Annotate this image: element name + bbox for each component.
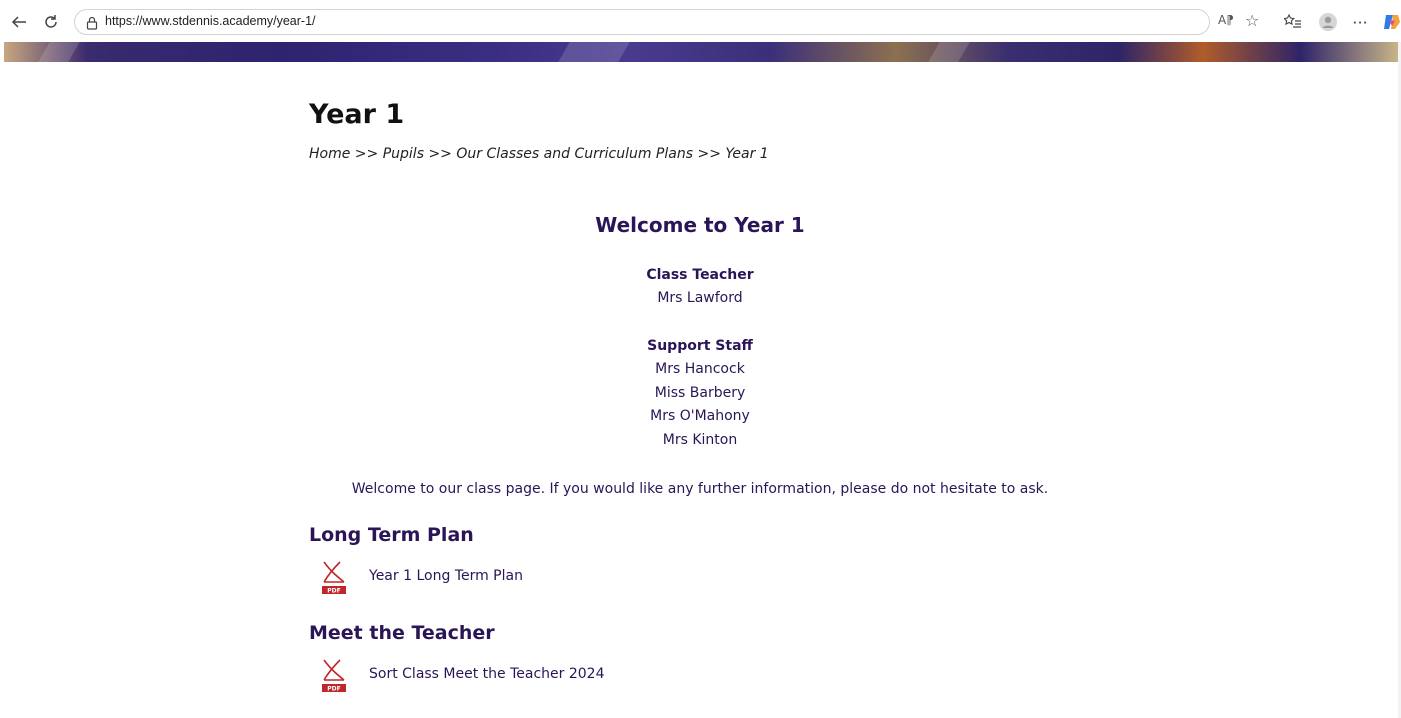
svg-text:PDF: PDF (327, 588, 340, 595)
year-1-long-term-plan-link[interactable]: Year 1 Long Term Plan (369, 568, 523, 584)
page-title: Year 1 (309, 99, 405, 130)
meet-the-teacher-heading: Meet the Teacher (309, 622, 495, 644)
breadcrumb-classes[interactable]: Our Classes and Curriculum Plans (456, 146, 693, 162)
intro-text: Welcome to our class page. If you would … (351, 481, 1049, 497)
svg-text:PDF: PDF (327, 686, 340, 693)
more-options-icon[interactable]: ··· (1349, 11, 1371, 33)
pdf-icon[interactable]: PDF (320, 559, 348, 595)
breadcrumb-separator: >> (428, 146, 452, 162)
back-arrow-icon[interactable] (8, 11, 30, 33)
url-text: https://www.stdennis.academy/year-1/ (105, 14, 316, 28)
support-staff-name: Mrs Kinton (662, 432, 738, 448)
copilot-icon[interactable] (1381, 11, 1401, 33)
address-bar[interactable]: https://www.stdennis.academy/year-1/ (74, 9, 1210, 35)
refresh-icon[interactable] (40, 11, 62, 33)
welcome-heading: Welcome to Year 1 (595, 213, 805, 237)
breadcrumb-separator: >> (354, 146, 379, 162)
support-staff-name: Mrs O'Mahony (650, 408, 750, 424)
banner-decoration (552, 42, 636, 62)
banner-decoration (922, 42, 976, 62)
breadcrumb-pupils[interactable]: Pupils (383, 146, 424, 162)
breadcrumb: Home >> Pupils >> Our Classes and Curric… (309, 146, 769, 162)
read-aloud-icon[interactable]: A⁋ (1218, 13, 1234, 27)
class-teacher-label: Class Teacher (646, 267, 754, 283)
support-staff-name: Mrs Hancock (655, 361, 745, 377)
class-teacher-name: Mrs Lawford (657, 290, 743, 306)
support-staff-name: Miss Barbery (654, 385, 746, 401)
support-staff-label: Support Staff (647, 338, 753, 354)
browser-toolbar: https://www.stdennis.academy/year-1/ A⁋ … (0, 0, 1401, 44)
banner-decoration (32, 42, 86, 62)
lock-icon[interactable] (85, 15, 99, 34)
breadcrumb-current: Year 1 (725, 146, 769, 162)
favorites-list-icon[interactable] (1282, 11, 1304, 33)
long-term-plan-heading: Long Term Plan (309, 524, 474, 546)
pdf-icon[interactable]: PDF (320, 657, 348, 693)
breadcrumb-home[interactable]: Home (309, 146, 350, 162)
meet-the-teacher-link[interactable]: Sort Class Meet the Teacher 2024 (369, 666, 604, 682)
breadcrumb-separator: >> (697, 146, 721, 162)
favorite-star-icon[interactable]: ☆ (1245, 11, 1259, 30)
header-banner-image (4, 42, 1398, 62)
profile-avatar-icon[interactable] (1317, 11, 1339, 33)
